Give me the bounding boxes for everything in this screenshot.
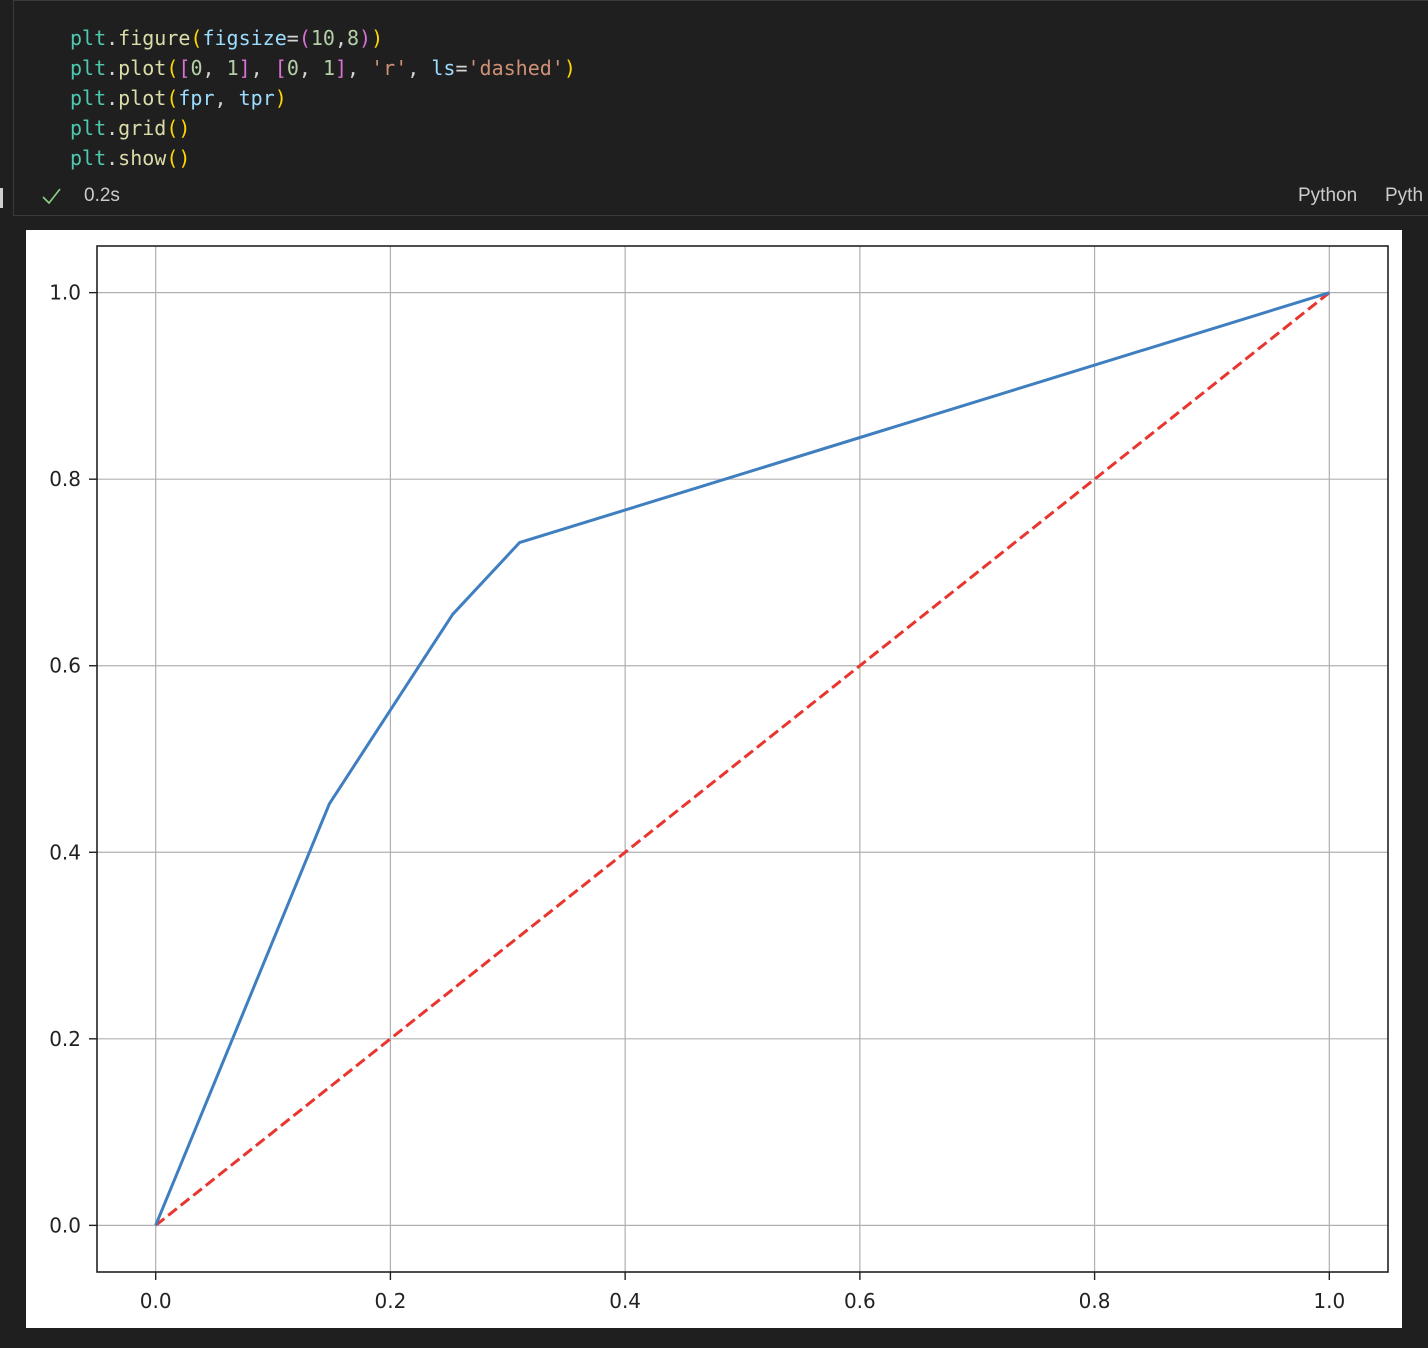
code-token: figsize: [202, 26, 287, 50]
code-line: plt.plot([0, 1], [0, 1], 'r', ls='dashed…: [70, 53, 576, 83]
code-token: =: [455, 56, 468, 80]
code-token: 'dashed': [467, 56, 564, 80]
code-token: ,: [214, 86, 239, 110]
code-token: ,: [298, 56, 323, 80]
code-token: fpr: [178, 86, 215, 110]
kernel-label[interactable]: Pyth: [1385, 185, 1423, 207]
code-token: (): [166, 146, 191, 170]
code-token: (: [166, 56, 179, 80]
code-token: ): [359, 26, 372, 50]
check-icon: [42, 188, 61, 205]
code-line: plt.show(): [70, 143, 576, 173]
y-tick-label: 0.8: [49, 467, 81, 491]
code-editor[interactable]: plt.figure(figsize=(10,8)) plt.plot([0, 1…: [70, 23, 576, 173]
code-token: ,: [347, 56, 372, 80]
cell-gutter-marker: [0, 188, 3, 208]
code-token: 0: [286, 56, 299, 80]
code-token: ls: [431, 56, 456, 80]
code-token: plt: [70, 86, 107, 110]
code-token: ,: [250, 56, 275, 80]
code-token: ,: [334, 26, 347, 50]
code-token: plt: [70, 116, 107, 140]
notebook-code-cell[interactable]: plt.figure(figsize=(10,8)) plt.plot([0, 1…: [13, 0, 1428, 216]
code-token: 1: [322, 56, 335, 80]
diagonal-reference-line: [154, 291, 1331, 1227]
code-token: (: [298, 26, 311, 50]
code-token: plot: [118, 56, 167, 80]
code-token: .: [106, 26, 119, 50]
code-token: ,: [202, 56, 227, 80]
code-token: .: [106, 86, 119, 110]
code-token: (: [190, 26, 203, 50]
code-token: ): [563, 56, 576, 80]
y-tick-label: 0.4: [49, 840, 81, 864]
x-tick-label: 0.0: [140, 1289, 172, 1313]
code-token: plt: [70, 26, 107, 50]
code-token: 10: [310, 26, 335, 50]
roc-chart: 0.0 0.2 0.4 0.6 0.8 1.0 0.0 0.2 0.4 0.6 0.8 1.0: [49, 245, 1389, 1313]
code-token: ,: [407, 56, 432, 80]
cell-language-label[interactable]: Python: [1298, 185, 1357, 207]
code-token: ): [274, 86, 287, 110]
code-token: 1: [226, 56, 239, 80]
y-tick-label: 0.0: [49, 1213, 81, 1237]
code-token: .: [106, 56, 119, 80]
code-token: .: [106, 116, 119, 140]
code-token: 'r': [371, 56, 408, 80]
code-token: plt: [70, 56, 107, 80]
code-token: 8: [347, 26, 360, 50]
cell-status-bar: 0.2s Python Pyth: [14, 177, 1428, 217]
x-tick-label: 0.2: [375, 1289, 407, 1313]
code-token: (: [166, 86, 179, 110]
code-token: ): [371, 26, 384, 50]
code-line: plt.plot(fpr, tpr): [70, 83, 576, 113]
code-token: tpr: [238, 86, 275, 110]
code-token: plt: [70, 146, 107, 170]
x-tick-label: 0.6: [844, 1289, 876, 1313]
x-tick-label: 0.4: [609, 1289, 641, 1313]
code-token: .: [106, 146, 119, 170]
x-tick-label: 1.0: [1313, 1289, 1345, 1313]
code-token: 0: [190, 56, 203, 80]
code-line: plt.grid(): [70, 113, 576, 143]
code-line: plt.figure(figsize=(10,8)): [70, 23, 576, 53]
code-token: figure: [118, 26, 191, 50]
code-token: ]: [335, 56, 348, 80]
code-token: ]: [238, 56, 251, 80]
code-token: grid: [118, 116, 167, 140]
plot-frame: [96, 245, 1389, 1273]
code-token: plot: [118, 86, 167, 110]
code-token: [: [274, 56, 287, 80]
x-tick-label: 0.8: [1079, 1289, 1111, 1313]
code-token: show: [118, 146, 167, 170]
y-tick-label: 0.6: [49, 654, 81, 678]
y-tick-label: 0.2: [49, 1027, 81, 1051]
execution-time: 0.2s: [84, 185, 120, 206]
code-token: =: [286, 26, 299, 50]
code-token: (): [166, 116, 191, 140]
code-token: [: [178, 56, 191, 80]
y-tick-label: 1.0: [49, 281, 81, 305]
cell-output-plot: 0.0 0.2 0.4 0.6 0.8 1.0 0.0 0.2 0.4 0.6 0.8 1.0: [26, 230, 1402, 1328]
